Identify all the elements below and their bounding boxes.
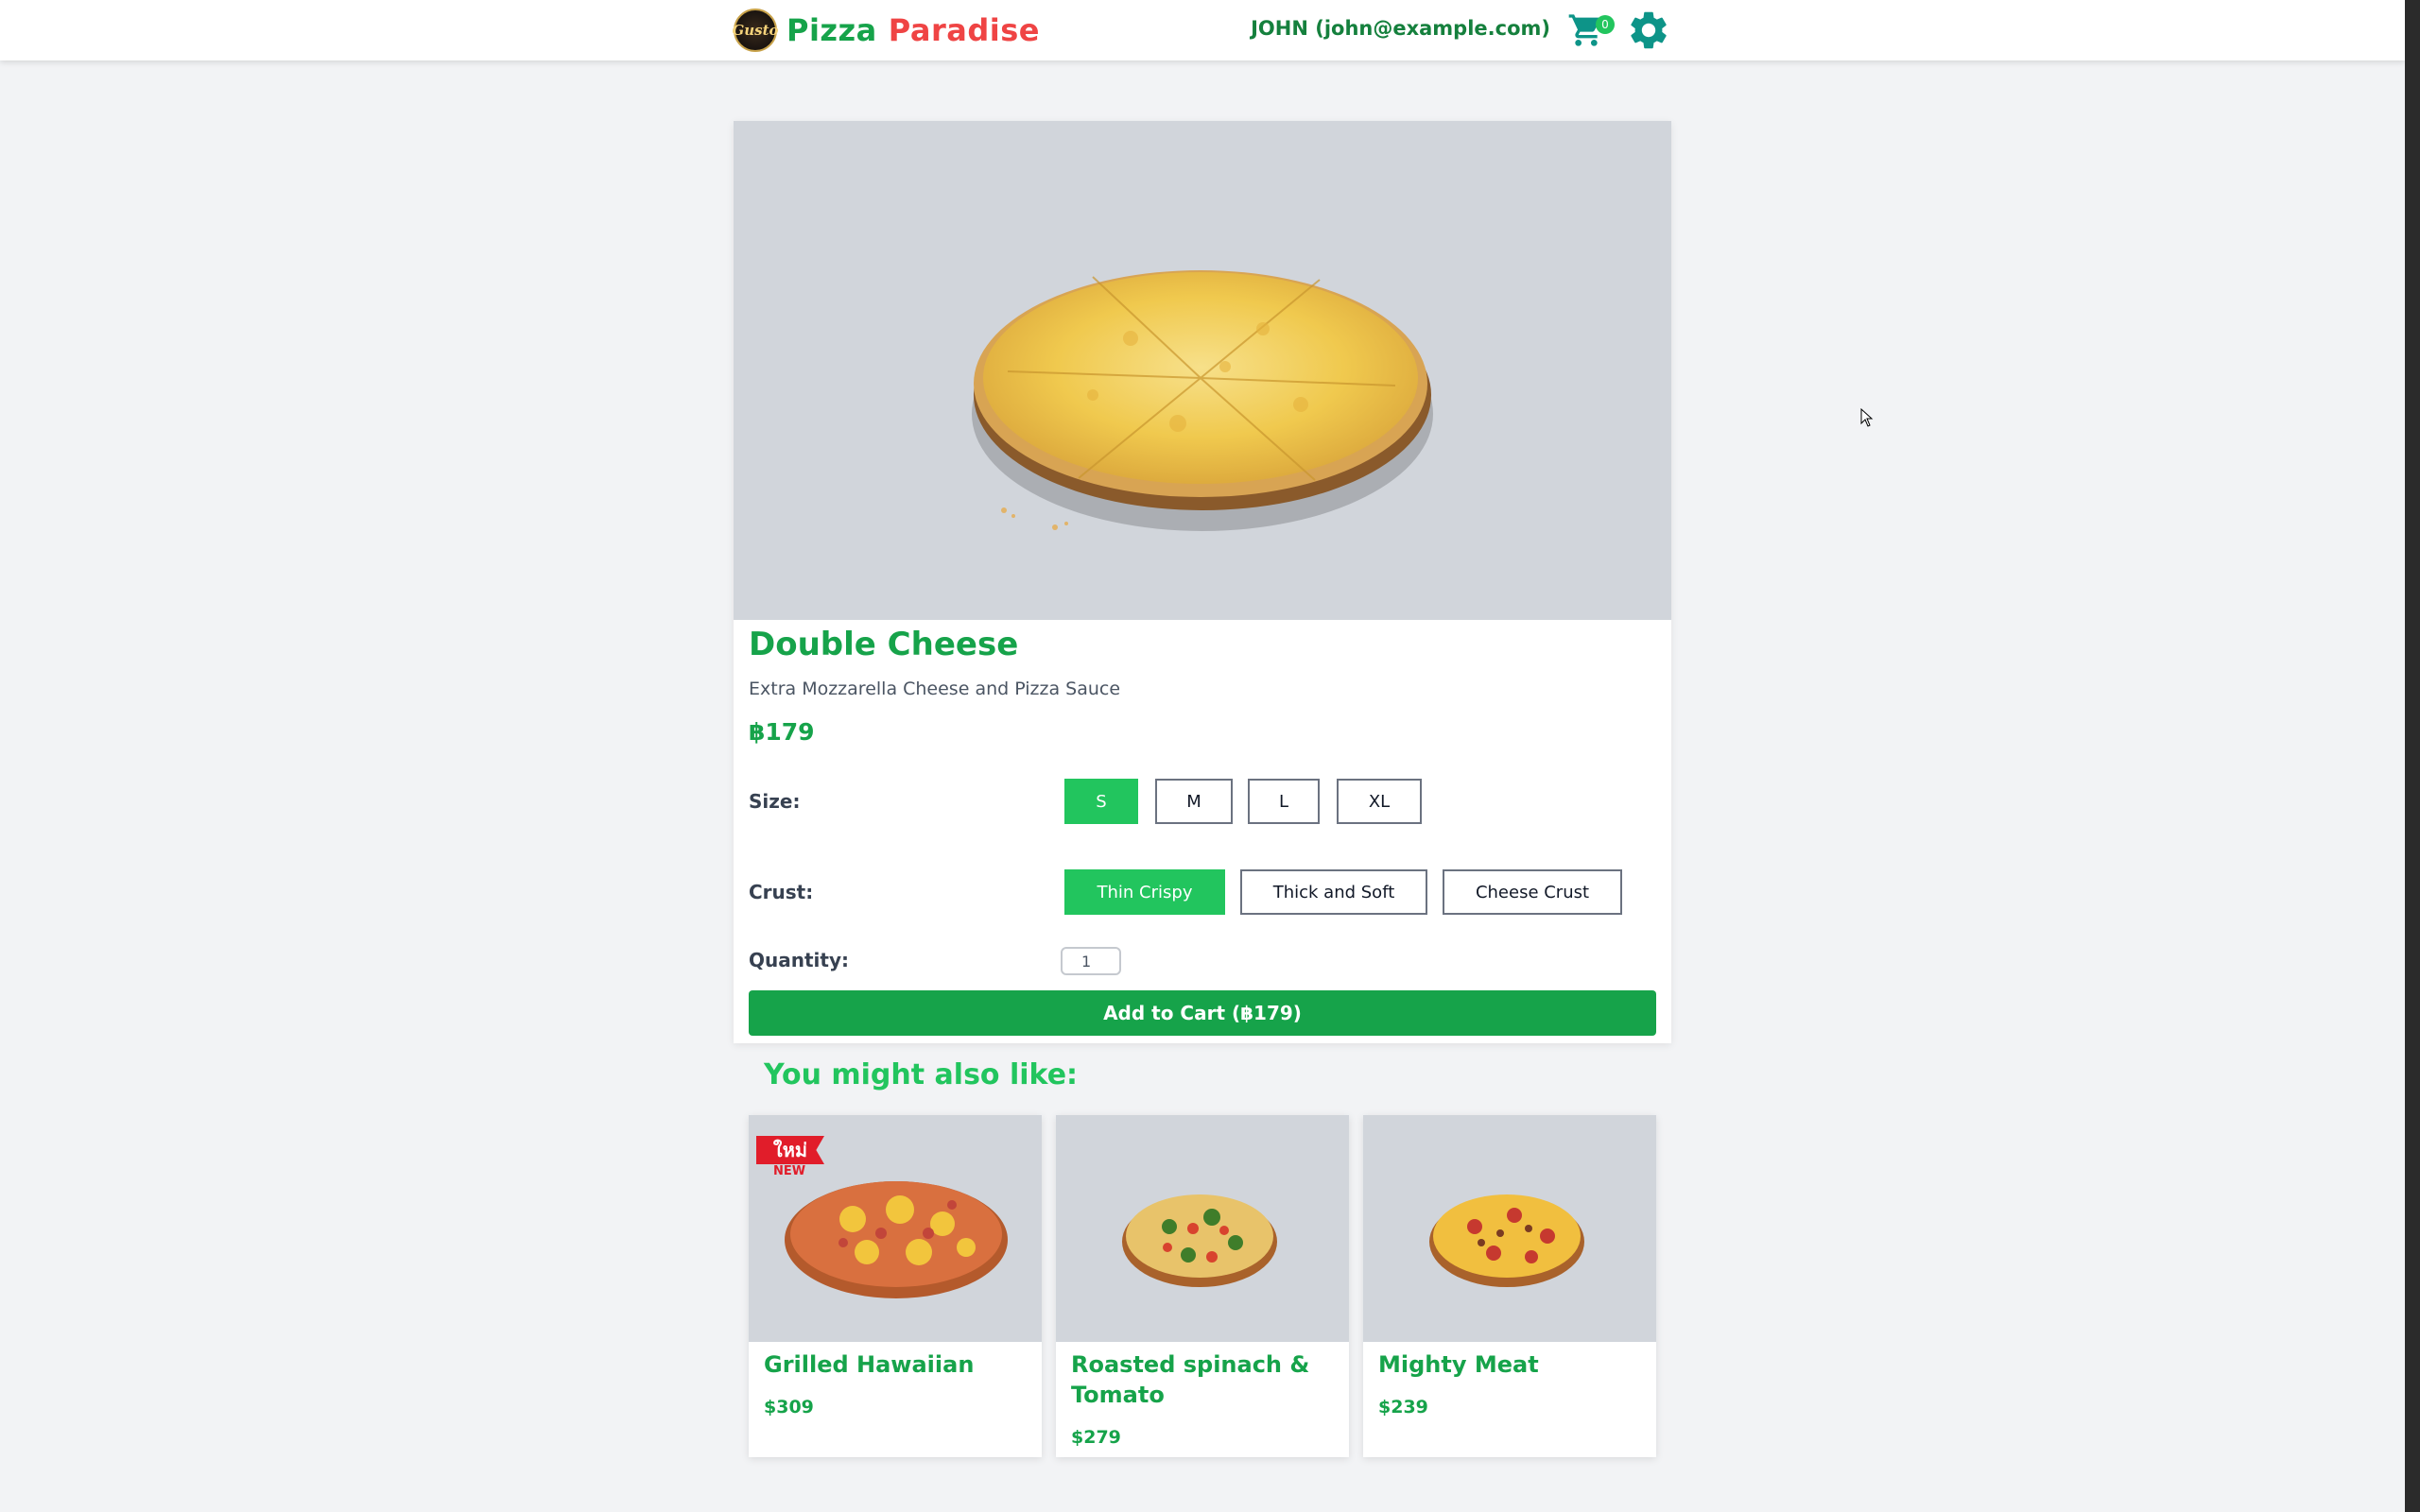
scrollbar[interactable]: [2405, 0, 2420, 1512]
quantity-input[interactable]: [1061, 947, 1121, 975]
recommendation-card-grilled-hawaiian[interactable]: ใหม่ NEW Grilled Hawaiian $309: [749, 1115, 1042, 1457]
add-to-cart-button[interactable]: Add to Cart (฿179): [749, 990, 1656, 1036]
logo-icon: Gusto: [732, 9, 779, 52]
recommendation-image: ใหม่ NEW: [749, 1115, 1042, 1342]
page: Gusto Pizza Paradise JOHN (john@example.c…: [0, 0, 2420, 1512]
gear-icon: [1631, 11, 1667, 49]
badge-thai-text: ใหม่: [756, 1136, 824, 1164]
top-navbar: Gusto Pizza Paradise JOHN (john@example.c…: [0, 0, 2405, 60]
crust-label: Crust:: [749, 881, 814, 903]
recommendation-price: $279: [1071, 1427, 1121, 1448]
size-label: Size:: [749, 790, 801, 813]
quantity-label: Quantity:: [749, 949, 849, 971]
product-title: Double Cheese: [749, 626, 1019, 663]
pizza-image: [1122, 1194, 1277, 1287]
recommendation-name: Mighty Meat: [1378, 1351, 1539, 1378]
brand-name-first: Pizza: [786, 12, 877, 48]
product-price: ฿179: [749, 718, 815, 746]
recommendation-price: $239: [1378, 1397, 1428, 1418]
cart-button[interactable]: 0: [1567, 11, 1615, 49]
recommendation-image: [1363, 1115, 1656, 1342]
crust-option-cheese-crust[interactable]: Cheese Crust: [1443, 869, 1622, 915]
logo-text: Gusto: [732, 22, 779, 39]
brand-name: Pizza Paradise: [786, 12, 1040, 48]
new-badge: ใหม่ NEW: [756, 1136, 824, 1178]
scrollbar-thumb[interactable]: [2408, 2, 2417, 1448]
mouse-cursor-icon: [1860, 408, 1874, 427]
crust-option-thick-soft[interactable]: Thick and Soft: [1240, 869, 1427, 915]
crust-option-thin-crispy[interactable]: Thin Crispy: [1064, 869, 1225, 915]
recommendation-name: Roasted spinach & Tomato: [1071, 1351, 1310, 1408]
badge-new-text: NEW: [773, 1164, 806, 1178]
recommendation-card-mighty-meat[interactable]: Mighty Meat $239: [1363, 1115, 1656, 1457]
brand[interactable]: Gusto Pizza Paradise: [732, 8, 1040, 53]
product-image: [734, 121, 1671, 620]
product-card: Double Cheese Extra Mozzarella Cheese an…: [734, 121, 1671, 1043]
brand-name-second: Paradise: [888, 12, 1040, 48]
settings-button[interactable]: [1626, 8, 1671, 53]
user-account-label[interactable]: JOHN (john@example.com): [1251, 17, 1550, 40]
size-option-l[interactable]: L: [1248, 779, 1320, 824]
recommendation-image: [1056, 1115, 1349, 1342]
size-option-s[interactable]: S: [1064, 779, 1138, 824]
cart-count-badge: 0: [1596, 15, 1615, 34]
recommendation-price: $309: [764, 1397, 814, 1418]
pizza-image: [1429, 1194, 1584, 1287]
size-option-m[interactable]: M: [1155, 779, 1233, 824]
size-option-xl[interactable]: XL: [1337, 779, 1422, 824]
recommendations-title: You might also like:: [764, 1058, 1079, 1091]
recommendation-name: Grilled Hawaiian: [764, 1351, 975, 1378]
product-description: Extra Mozzarella Cheese and Pizza Sauce: [749, 679, 1121, 699]
recommendation-card-roasted-spinach-tomato[interactable]: Roasted spinach & Tomato $279: [1056, 1115, 1349, 1457]
pizza-image: [972, 270, 1433, 531]
